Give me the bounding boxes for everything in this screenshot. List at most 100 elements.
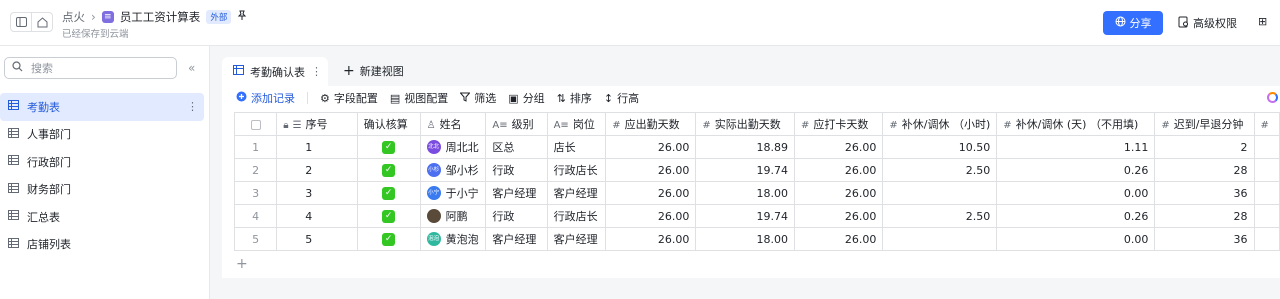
home-icon[interactable] (31, 12, 53, 32)
col-header-late-minutes[interactable]: # 迟到/早退分钟 (1154, 112, 1255, 136)
cell-actual-days[interactable]: 19.74 (695, 158, 795, 182)
new-view-button[interactable]: + 新建视图 (343, 63, 404, 79)
sidebar-item-finance[interactable]: 财务部门 (0, 176, 210, 204)
filter-button[interactable]: 筛选 (459, 90, 496, 106)
cell-name[interactable]: 小宁 于小宁 (419, 181, 487, 205)
group-button[interactable]: ▣ 分组 (508, 90, 544, 106)
select-all-cell[interactable] (233, 112, 278, 136)
cell-seq[interactable]: 3 (276, 181, 358, 205)
cell-level[interactable]: 客户经理 (485, 227, 548, 251)
bot-icon[interactable]: ⊞ (1258, 15, 1267, 28)
cell-due-days[interactable]: 26.00 (605, 158, 697, 182)
cell-name[interactable]: 北北 周北北 (419, 135, 487, 159)
cell-post[interactable]: 客户经理 (546, 181, 607, 205)
cell-comp-hours[interactable] (882, 181, 998, 205)
table-row[interactable]: 1 1 ✓ 北北 周北北 区总 店长 26.00 18.89 26.00 10.5… (233, 135, 1280, 159)
cell-post[interactable]: 店长 (546, 135, 607, 159)
col-header-post[interactable]: A≡ 岗位 (546, 112, 607, 136)
cell-actual-days[interactable]: 18.00 (695, 181, 795, 205)
cell-actual-days[interactable]: 19.74 (695, 204, 795, 228)
cell-seq[interactable]: 4 (276, 204, 358, 228)
col-header-confirm[interactable]: 确认核算 (356, 112, 421, 136)
col-header-level[interactable]: A≡ 级别 (485, 112, 548, 136)
col-header-next[interactable]: # (1253, 112, 1280, 136)
cell-comp-days[interactable]: 1.11 (996, 135, 1156, 159)
pin-icon[interactable] (237, 10, 247, 24)
add-row-plus-icon[interactable]: + (236, 256, 248, 272)
cell-level[interactable]: 行政 (485, 158, 548, 182)
cell-comp-days[interactable]: 0.00 (996, 227, 1156, 251)
cell-clock-days[interactable]: 26.00 (793, 158, 884, 182)
search-input[interactable]: 搜索 (4, 57, 177, 79)
sidebar-item-hr[interactable]: 人事部门 (0, 121, 210, 149)
cell-confirm[interactable]: ✓ (356, 204, 421, 228)
col-header-due-days[interactable]: # 应出勤天数 (605, 112, 697, 136)
more-vertical-icon[interactable]: ⋮ (311, 65, 322, 78)
row-height-button[interactable]: ↕ 行高 (604, 90, 639, 106)
cell-comp-days[interactable]: 0.00 (996, 181, 1156, 205)
checkbox-checked-icon[interactable]: ✓ (382, 232, 396, 246)
add-record-button[interactable]: 添加记录 (236, 90, 295, 106)
cell-comp-hours[interactable]: 2.50 (882, 204, 998, 228)
tab-attendance-confirm[interactable]: 考勤确认表 ⋮ (222, 57, 328, 86)
cell-confirm[interactable]: ✓ (356, 181, 421, 205)
field-config-button[interactable]: ⚙ 字段配置 (320, 90, 378, 106)
checkbox-checked-icon[interactable]: ✓ (382, 140, 396, 154)
cell-due-days[interactable]: 26.00 (605, 181, 697, 205)
cell-next[interactable] (1253, 181, 1280, 205)
more-vertical-icon[interactable]: ⋮ (187, 100, 198, 113)
cell-confirm[interactable]: ✓ (356, 158, 421, 182)
cell-comp-hours[interactable] (882, 227, 998, 251)
cell-comp-days[interactable]: 0.26 (996, 204, 1156, 228)
table-row[interactable]: 4 4 ✓ 阿鹏 行政 行政店长 26.00 19.74 26.00 2.50 … (233, 204, 1280, 228)
checkbox-checked-icon[interactable]: ✓ (382, 209, 396, 223)
cell-clock-days[interactable]: 26.00 (793, 181, 884, 205)
cell-next[interactable] (1253, 158, 1280, 182)
cell-late-minutes[interactable]: 28 (1154, 158, 1255, 182)
cell-actual-days[interactable]: 18.89 (695, 135, 795, 159)
cell-clock-days[interactable]: 26.00 (793, 204, 884, 228)
col-header-clock-days[interactable]: # 应打卡天数 (793, 112, 884, 136)
cell-next[interactable] (1253, 204, 1280, 228)
col-header-actual-days[interactable]: # 实际出勤天数 (695, 112, 795, 136)
cell-late-minutes[interactable]: 36 (1154, 227, 1255, 251)
sidebar-item-summary[interactable]: 汇总表 (0, 203, 210, 231)
sidebar-toggle-icon[interactable] (10, 12, 32, 32)
collapse-sidebar-icon[interactable]: « (188, 61, 195, 75)
cell-level[interactable]: 区总 (485, 135, 548, 159)
cell-due-days[interactable]: 26.00 (605, 204, 697, 228)
col-header-comp-days[interactable]: # 补休/调休 (天) （不用填) (996, 112, 1156, 136)
cell-post[interactable]: 客户经理 (546, 227, 607, 251)
cell-name[interactable]: 泡泡 黄泡泡 (419, 227, 487, 251)
cell-confirm[interactable]: ✓ (356, 135, 421, 159)
sidebar-item-admin[interactable]: 行政部门 (0, 148, 210, 176)
sidebar-item-stores[interactable]: 店铺列表 (0, 231, 210, 259)
table-row[interactable]: 3 3 ✓ 小宁 于小宁 客户经理 客户经理 26.00 18.00 26.00 … (233, 181, 1280, 205)
ai-assistant-icon[interactable] (1267, 92, 1278, 103)
cell-next[interactable] (1253, 135, 1280, 159)
cell-comp-days[interactable]: 0.26 (996, 158, 1156, 182)
cell-seq[interactable]: 1 (276, 135, 358, 159)
cell-next[interactable] (1253, 227, 1280, 251)
view-config-button[interactable]: ▤ 视图配置 (390, 90, 448, 106)
table-row[interactable]: 2 2 ✓ 小杉 邹小杉 行政 行政店长 26.00 19.74 26.00 2.… (233, 158, 1280, 182)
cell-due-days[interactable]: 26.00 (605, 227, 697, 251)
advanced-permission-button[interactable]: 高级权限 (1178, 15, 1237, 31)
breadcrumb-root[interactable]: 点火 (62, 9, 85, 25)
cell-actual-days[interactable]: 18.00 (695, 227, 795, 251)
cell-post[interactable]: 行政店长 (546, 158, 607, 182)
cell-clock-days[interactable]: 26.00 (793, 227, 884, 251)
cell-clock-days[interactable]: 26.00 (793, 135, 884, 159)
table-row[interactable]: 5 5 ✓ 泡泡 黄泡泡 客户经理 客户经理 26.00 18.00 26.00 … (233, 227, 1280, 251)
col-header-comp-hours[interactable]: # 补休/调休 （小时) (882, 112, 998, 136)
sidebar-item-attendance[interactable]: 考勤表 ⋮ (0, 93, 204, 121)
cell-comp-hours[interactable]: 10.50 (882, 135, 998, 159)
cell-name[interactable]: 阿鹏 (419, 204, 487, 228)
sort-button[interactable]: ⇅ 排序 (557, 90, 592, 106)
col-header-name[interactable]: ♙ 姓名 (419, 112, 487, 136)
cell-due-days[interactable]: 26.00 (605, 135, 697, 159)
share-button[interactable]: 分享 (1103, 11, 1163, 35)
cell-name[interactable]: 小杉 邹小杉 (419, 158, 487, 182)
select-all-checkbox[interactable] (250, 119, 261, 130)
cell-late-minutes[interactable]: 28 (1154, 204, 1255, 228)
